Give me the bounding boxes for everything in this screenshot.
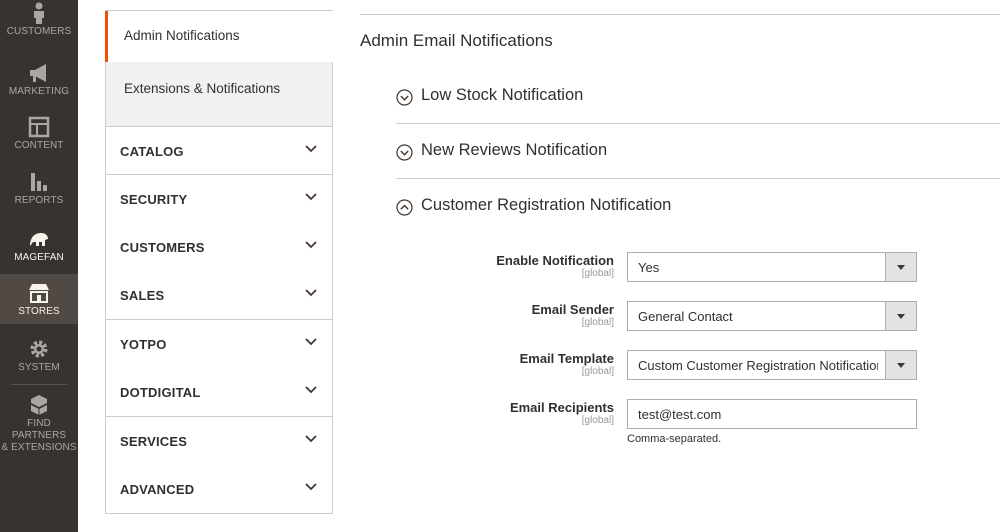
- tab-yotpo-label: YOTPO: [120, 337, 167, 352]
- chevron-down-icon: [305, 386, 317, 394]
- store-icon: [29, 284, 49, 303]
- group-new-reviews-title: New Reviews Notification: [421, 141, 608, 159]
- dropdown-arrow-icon: [897, 265, 905, 270]
- menu-label-marketing: MARKETING: [8, 86, 70, 97]
- bar-chart-icon: [31, 173, 47, 191]
- email-sender-scope: [global]: [581, 317, 614, 328]
- magefan-icon: [30, 233, 48, 246]
- group-new-reviews[interactable]: New Reviews Notification: [396, 141, 1000, 165]
- tab-services[interactable]: SERVICES: [105, 417, 333, 466]
- email-template-scope: [global]: [581, 366, 614, 377]
- menu-label-stores: STORES: [18, 306, 60, 317]
- section-top-divider: [360, 14, 1000, 15]
- menu-divider: [11, 384, 67, 385]
- expand-circle-icon: [396, 89, 413, 106]
- content-icon: [28, 116, 50, 138]
- admin-menu: CUSTOMERS MARKETING CONTENT REPORTS MAGE…: [0, 0, 78, 532]
- group-customer-registration-title: Customer Registration Notification: [421, 196, 672, 214]
- email-template-label: Email Template: [519, 351, 614, 366]
- tab-services-label: SERVICES: [120, 434, 188, 449]
- tab-security-label: SECURITY: [120, 192, 188, 207]
- menu-label-customers: CUSTOMERS: [6, 26, 72, 37]
- customers-icon: [34, 2, 44, 24]
- tab-customers-label: CUSTOMERS: [120, 240, 205, 255]
- email-template-select[interactable]: Custom Customer Registration Notificatio…: [627, 350, 917, 380]
- tab-advanced[interactable]: ADVANCED: [105, 465, 333, 514]
- chevron-down-icon: [305, 483, 317, 491]
- email-recipients-input[interactable]: [627, 399, 917, 429]
- enable-notification-select[interactable]: Yes: [627, 252, 917, 282]
- tab-advanced-label: ADVANCED: [120, 482, 195, 497]
- group-divider: [396, 178, 1000, 179]
- section-title: Admin Email Notifications: [360, 31, 553, 50]
- dropdown-arrow-icon: [897, 314, 905, 319]
- tab-dotdigital-label: DOTDIGITAL: [120, 385, 201, 400]
- chevron-down-icon: [305, 435, 317, 443]
- menu-label-content: CONTENT: [14, 140, 64, 151]
- tab-yotpo[interactable]: YOTPO: [105, 320, 333, 369]
- collapse-circle-icon: [396, 199, 413, 216]
- subitem-extensions-notifications-label: Extensions & Notifications: [124, 81, 281, 96]
- group-low-stock-title: Low Stock Notification: [421, 86, 584, 104]
- subitem-admin-notifications[interactable]: Admin Notifications: [105, 11, 333, 62]
- menu-item-marketing[interactable]: MARKETING: [0, 62, 78, 104]
- chevron-down-icon: [305, 193, 317, 201]
- menu-label-system: SYSTEM: [18, 362, 60, 373]
- dropdown-button[interactable]: [885, 351, 916, 379]
- subitem-extensions-notifications[interactable]: Extensions & Notifications: [105, 62, 333, 126]
- menu-item-magefan[interactable]: MAGEFAN: [0, 228, 78, 270]
- tab-sales-label: SALES: [120, 288, 165, 303]
- megaphone-icon: [30, 64, 46, 82]
- menu-item-reports[interactable]: REPORTS: [0, 171, 78, 213]
- email-template-value: Custom Customer Registration Notificatio…: [638, 358, 878, 373]
- dropdown-arrow-icon: [897, 363, 905, 368]
- email-sender-value: General Contact: [638, 309, 733, 324]
- menu-label-magefan: MAGEFAN: [14, 252, 64, 263]
- menu-item-customers[interactable]: CUSTOMERS: [0, 0, 78, 50]
- chevron-down-icon: [305, 338, 317, 346]
- tab-security[interactable]: SECURITY: [105, 175, 333, 224]
- group-low-stock[interactable]: Low Stock Notification: [396, 86, 1000, 110]
- chevron-down-icon: [305, 289, 317, 297]
- cubes-icon: [31, 395, 47, 415]
- menu-item-system[interactable]: SYSTEM: [0, 338, 78, 380]
- menu-item-find-partners[interactable]: FIND PARTNERS & EXTENSIONS: [0, 394, 78, 453]
- chevron-down-icon: [305, 145, 317, 153]
- chevron-down-icon: [305, 241, 317, 249]
- menu-item-content[interactable]: CONTENT: [0, 116, 78, 158]
- group-customer-registration[interactable]: Customer Registration Notification: [396, 196, 1000, 220]
- email-sender-select[interactable]: General Contact: [627, 301, 917, 331]
- menu-item-stores[interactable]: STORES: [0, 274, 78, 324]
- enable-notification-value: Yes: [638, 260, 660, 275]
- group-divider: [396, 123, 1000, 124]
- email-recipients-note: Comma-separated.: [627, 433, 722, 445]
- tab-sales[interactable]: SALES: [105, 271, 333, 320]
- menu-label-reports: REPORTS: [14, 195, 64, 206]
- email-recipients-scope: [global]: [581, 415, 614, 426]
- tab-dotdigital[interactable]: DOTDIGITAL: [105, 368, 333, 417]
- tab-catalog-label: CATALOG: [120, 144, 184, 159]
- menu-label-find-partners: FIND PARTNERS & EXTENSIONS: [1, 418, 77, 453]
- gear-icon: [30, 340, 48, 358]
- dropdown-button[interactable]: [885, 253, 916, 281]
- tab-catalog[interactable]: CATALOG: [105, 126, 333, 175]
- email-sender-label: Email Sender: [531, 302, 614, 317]
- subitem-admin-notifications-label: Admin Notifications: [124, 28, 240, 43]
- enable-notification-label: Enable Notification: [496, 253, 614, 268]
- email-recipients-label: Email Recipients: [509, 400, 614, 415]
- dropdown-button[interactable]: [885, 302, 916, 330]
- tab-customers[interactable]: CUSTOMERS: [105, 223, 333, 272]
- enable-notification-scope: [global]: [581, 268, 614, 279]
- expand-circle-icon: [396, 144, 413, 161]
